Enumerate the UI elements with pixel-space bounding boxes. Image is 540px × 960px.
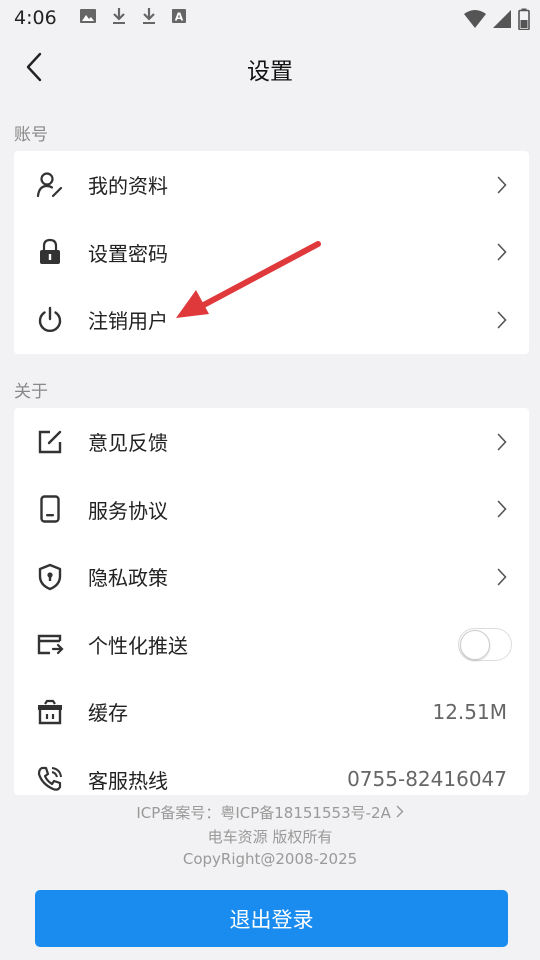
chevron-right-icon [396, 804, 404, 822]
copyright-cn: 电车资源 版权所有 [207, 828, 333, 846]
logout-button[interactable]: 退出登录 [35, 890, 508, 947]
chevron-right-icon [495, 432, 509, 452]
toggle-knob [460, 629, 490, 660]
row-privacy-policy[interactable]: 隐私政策 [14, 543, 529, 611]
status-bar: 4:06 A [0, 0, 540, 36]
personalized-push-toggle[interactable] [458, 627, 512, 661]
shield-icon [36, 563, 64, 591]
about-card: 意见反馈 服务协议 隐私政策 个性化推送 缓存 12.51M 客服热线 0755… [14, 408, 529, 795]
hotline-number-value: 0755-82416047 [347, 767, 507, 792]
wifi-icon [464, 9, 486, 33]
chevron-right-icon [495, 499, 509, 519]
user-edit-icon [36, 171, 64, 199]
row-my-profile[interactable]: 我的资料 [14, 151, 529, 219]
row-service-agreement[interactable]: 服务协议 [14, 476, 529, 544]
row-label: 意见反馈 [88, 431, 168, 456]
image-icon [79, 8, 97, 28]
section-label-about: 关于 [14, 382, 48, 402]
copyright-en: CopyRight@2008-2025 [182, 850, 358, 868]
edit-square-icon [36, 428, 64, 456]
signal-icon [492, 9, 512, 33]
chevron-right-icon [495, 242, 509, 262]
row-set-password[interactable]: 设置密码 [14, 219, 529, 287]
cache-size-value: 12.51M [432, 699, 507, 724]
page-title: 设置 [247, 59, 293, 85]
card-export-icon [36, 630, 64, 658]
chevron-right-icon [495, 310, 509, 330]
battery-icon [518, 8, 530, 34]
power-icon [36, 306, 64, 334]
status-notification-icons: A [79, 7, 187, 29]
row-personalized-push: 个性化推送 [14, 611, 529, 679]
row-feedback[interactable]: 意见反馈 [14, 408, 529, 476]
svg-text:A: A [174, 11, 183, 24]
section-label-account: 账号 [14, 125, 48, 145]
phone-call-icon [36, 765, 64, 793]
phone-device-icon [36, 495, 64, 523]
row-label: 我的资料 [88, 174, 168, 199]
status-system-icons [464, 8, 530, 34]
row-customer-hotline[interactable]: 客服热线 0755-82416047 [14, 746, 529, 796]
icp-text: ICP备案号：粤ICP备18151553号-2A [136, 804, 391, 822]
font-a-icon: A [171, 8, 187, 28]
nav-bar: 设置 [0, 36, 540, 102]
row-cache[interactable]: 缓存 12.51M [14, 678, 529, 746]
row-label: 服务协议 [88, 498, 168, 523]
lock-icon [36, 238, 64, 266]
row-label: 隐私政策 [88, 566, 168, 591]
row-label: 缓存 [88, 701, 128, 726]
download-icon [111, 7, 127, 29]
chevron-right-icon [495, 175, 509, 195]
download-icon [141, 7, 157, 29]
row-deregister-user[interactable]: 注销用户 [14, 286, 529, 354]
icp-link[interactable]: ICP备案号：粤ICP备18151553号-2A [0, 802, 540, 823]
back-button[interactable] [18, 52, 50, 86]
account-card: 我的资料 设置密码 注销用户 [14, 151, 529, 354]
row-label: 客服热线 [88, 768, 168, 793]
row-label: 设置密码 [88, 241, 168, 266]
row-label: 注销用户 [88, 309, 168, 334]
chevron-right-icon [495, 567, 509, 587]
row-label: 个性化推送 [88, 633, 188, 658]
basket-icon [36, 698, 64, 726]
status-time: 4:06 [14, 7, 57, 29]
chevron-left-icon [25, 52, 43, 86]
